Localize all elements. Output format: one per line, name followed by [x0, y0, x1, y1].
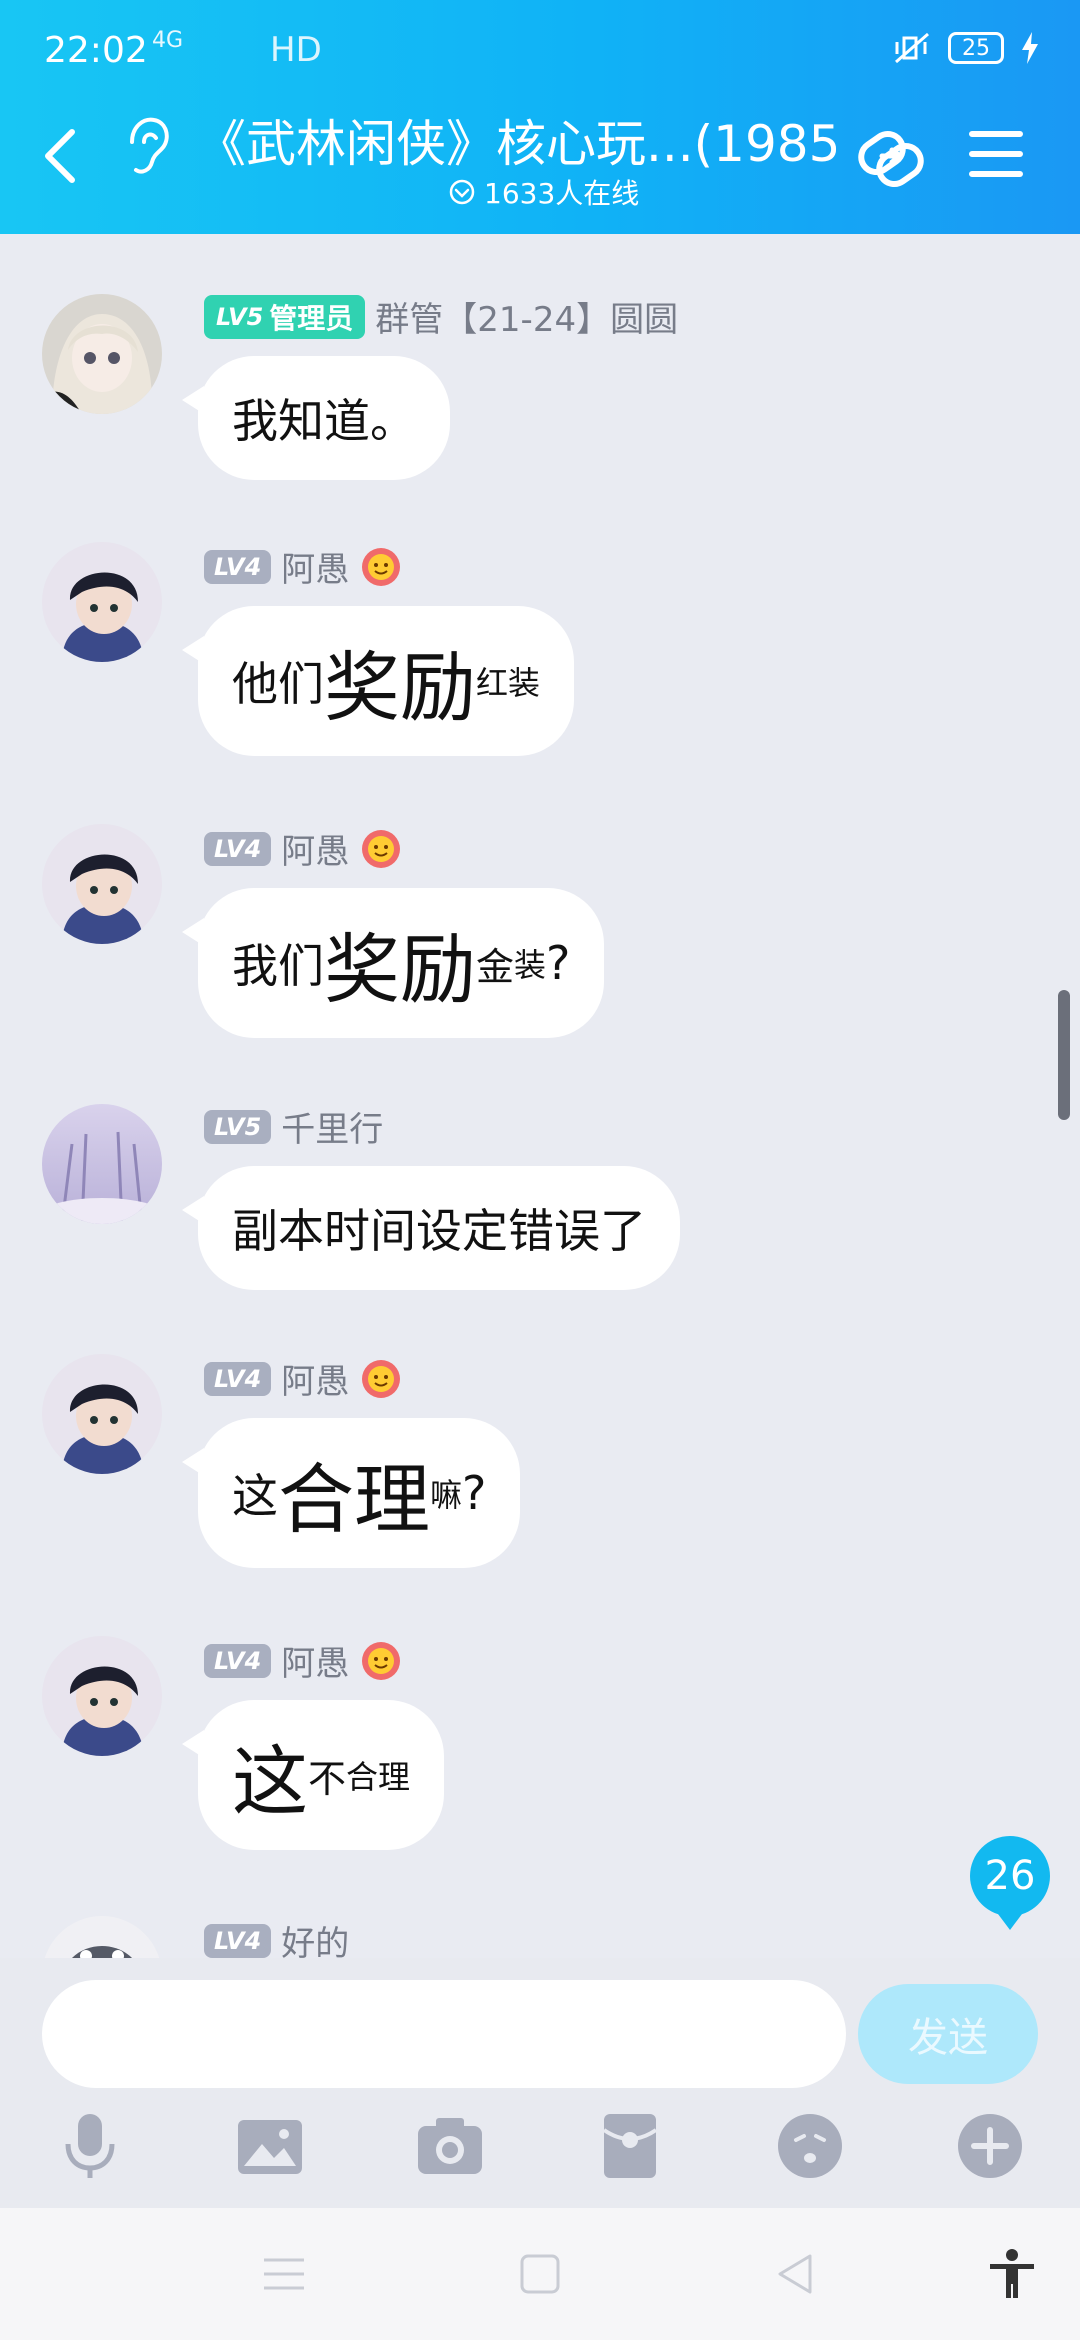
recent-apps-icon[interactable] — [258, 2248, 310, 2300]
avatar[interactable] — [42, 294, 162, 414]
message-text: 我知道。 — [232, 394, 416, 448]
nav-back-icon[interactable] — [770, 2248, 822, 2300]
camera-icon[interactable] — [414, 2110, 486, 2182]
chat-title[interactable]: 《武林闲侠》核心玩...(1985) — [196, 104, 836, 176]
flower-emoji-icon — [362, 1641, 401, 1680]
admin-badge: LV5 管理员 — [204, 294, 366, 339]
new-messages-badge[interactable]: 26 — [970, 1836, 1050, 1930]
level-badge: LV4 — [204, 831, 272, 866]
message-text: 奖励 — [324, 643, 476, 732]
message-input[interactable] — [42, 1980, 846, 2088]
sender-name[interactable]: 阿愚 — [281, 824, 349, 873]
message-bubble[interactable]: 这合理嘛? — [181, 1418, 521, 1568]
image-icon[interactable] — [234, 2110, 306, 2182]
message-text: 红装 — [476, 664, 541, 702]
level-badge: LV4 — [204, 1923, 272, 1958]
message-bubble[interactable]: 他们 奖励 红装 — [181, 606, 575, 756]
message-text: 不 — [308, 1756, 347, 1801]
message-meta: LV4 好的 — [204, 1916, 349, 1958]
back-button[interactable] — [34, 124, 90, 188]
battery-icon: 25 — [948, 32, 1004, 64]
flower-emoji-icon — [362, 547, 401, 586]
message-text: 金 — [476, 944, 515, 989]
flower-emoji-icon — [362, 829, 401, 868]
avatar[interactable] — [42, 1636, 162, 1756]
message-text: 合理 — [346, 1758, 411, 1796]
composer: 发送 — [0, 1958, 1080, 2208]
message-meta: LV4 阿愚 — [204, 824, 403, 873]
online-count[interactable]: 1633人在线 — [448, 172, 639, 212]
sender-name[interactable]: 阿愚 — [281, 1636, 349, 1685]
red-packet-icon[interactable] — [594, 2110, 666, 2182]
message-text: 他们 — [232, 657, 324, 711]
message-text: ? — [546, 936, 571, 990]
message-meta: LV4 阿愚 — [204, 1636, 403, 1685]
accessibility-icon[interactable] — [986, 2248, 1038, 2300]
microphone-icon[interactable] — [54, 2110, 126, 2182]
sender-name[interactable]: 群管【21-24】圆圆 — [375, 292, 678, 341]
message-meta: LV5 管理员 群管【21-24】圆圆 — [204, 292, 678, 341]
message-text: 这 — [232, 1469, 278, 1523]
status-bar: 22:02 4G HD 25 — [0, 0, 1080, 100]
send-button[interactable]: 发送 — [858, 1984, 1038, 2084]
status-time: 22:02 — [44, 30, 148, 71]
level-badge: LV4 — [204, 1361, 272, 1396]
level-badge: LV5 — [216, 302, 264, 331]
avatar[interactable] — [42, 1104, 162, 1224]
message-meta: LV5 千里行 — [204, 1102, 383, 1151]
avatar[interactable] — [42, 1916, 162, 1958]
message-text: 装 — [514, 946, 547, 984]
share-link-icon[interactable] — [852, 120, 930, 198]
scrollbar[interactable] — [1058, 990, 1070, 1120]
message-text: 奖励 — [324, 925, 476, 1014]
avatar[interactable] — [42, 542, 162, 662]
sender-name[interactable]: 阿愚 — [281, 1354, 349, 1403]
home-icon[interactable] — [514, 2248, 566, 2300]
online-count-label: 1633人在线 — [484, 177, 640, 210]
message-text: 合理 — [278, 1455, 430, 1544]
status-right: 25 — [892, 30, 1040, 66]
message-bubble[interactable]: 副本时间设定错误了 — [182, 1166, 680, 1290]
flower-emoji-icon — [362, 1359, 401, 1398]
level-badge: LV5 — [204, 1109, 272, 1144]
mobile-signal-icon: 4G — [152, 28, 184, 53]
avatar[interactable] — [42, 824, 162, 944]
message-text: ? — [462, 1466, 487, 1520]
message-text: 副本时间设定错误了 — [232, 1204, 646, 1258]
message-text: 这 — [232, 1737, 308, 1826]
chat-header: 22:02 4G HD 25 《武林闲侠》核心玩...(1985) 1633人在… — [0, 0, 1080, 234]
avatar[interactable] — [42, 1354, 162, 1474]
admin-label: 管理员 — [269, 301, 354, 335]
sender-name[interactable]: 好的 — [281, 1916, 349, 1958]
message-text: 我们 — [232, 939, 324, 993]
network-label: HD — [270, 30, 322, 70]
level-badge: LV4 — [204, 1643, 272, 1678]
message-list[interactable]: LV5 管理员 群管【21-24】圆圆 我知道。 LV4 阿愚 他们奖励红装 — [0, 234, 1080, 1958]
ear-icon[interactable] — [118, 112, 174, 182]
level-badge: LV4 — [204, 549, 272, 584]
vibrate-mute-icon — [895, 32, 929, 64]
chevron-circle-icon — [449, 179, 475, 205]
sender-name[interactable]: 阿愚 — [281, 542, 349, 591]
plus-icon[interactable] — [954, 2110, 1026, 2182]
system-nav-bar — [0, 2208, 1080, 2340]
message-bubble[interactable]: 我们 奖励金装? — [181, 888, 605, 1038]
message-bubble[interactable]: 我知道。 — [182, 356, 450, 480]
message-text: 嘛 — [430, 1476, 463, 1514]
message-meta: LV4 阿愚 — [204, 1354, 403, 1403]
sender-name[interactable]: 千里行 — [281, 1102, 383, 1151]
menu-icon[interactable] — [968, 128, 1024, 180]
message-bubble[interactable]: 这不合理 — [181, 1700, 445, 1850]
emoji-icon[interactable] — [774, 2110, 846, 2182]
charging-icon — [1022, 32, 1038, 64]
message-meta: LV4 阿愚 — [204, 542, 403, 591]
